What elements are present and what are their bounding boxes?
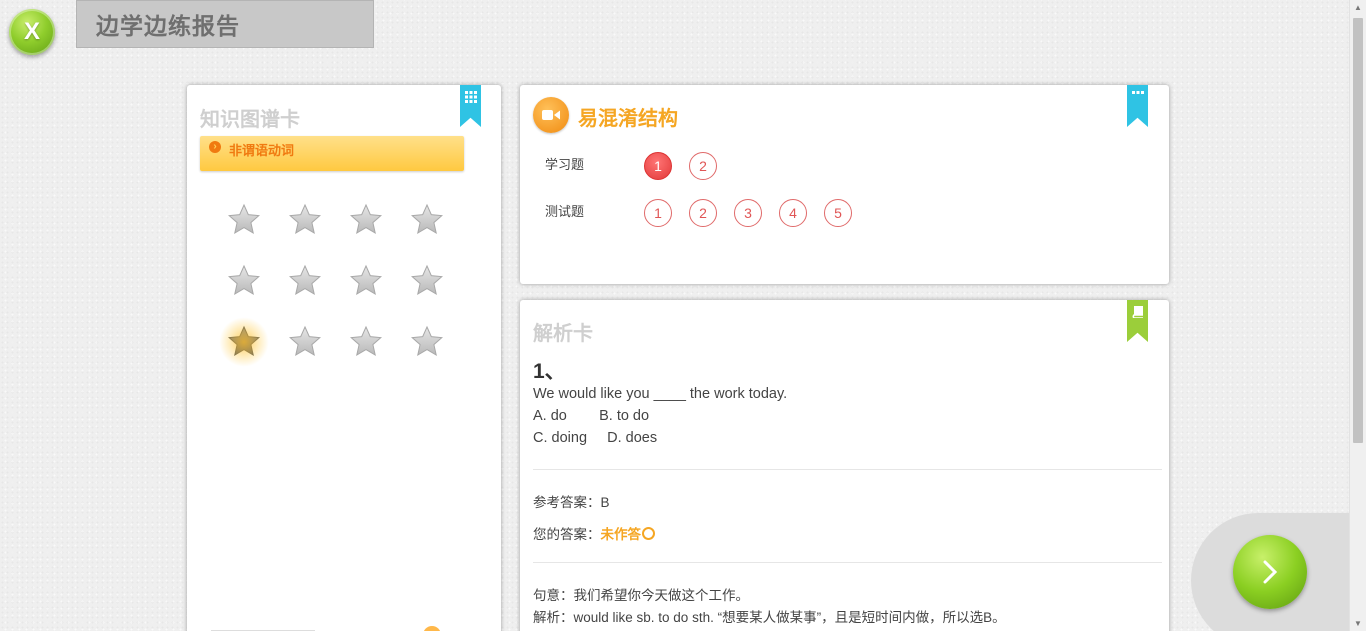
test-label: 测试题 [545, 204, 585, 219]
test-question-button[interactable]: 1 [644, 199, 672, 227]
knowledge-card-title: 知识图谱卡 [200, 109, 300, 131]
scroll-down-icon[interactable]: ▼ [1354, 619, 1362, 628]
chevron-right-icon: › [209, 141, 221, 153]
star-icon[interactable] [349, 203, 383, 237]
explanation-text: 解析：would like sb. to do sth. “想要某人做某事”，且… [533, 610, 1006, 625]
more-icon [1127, 85, 1148, 127]
reference-answer-label: 参考答案： [533, 495, 601, 510]
star-icon[interactable] [227, 203, 261, 237]
star-icon[interactable] [227, 264, 261, 298]
topic-label: 非谓语动词 [229, 143, 295, 158]
test-question-button[interactable]: 3 [734, 199, 762, 227]
structure-card-title: 易混淆结构 [578, 108, 678, 130]
logo-letter: X [23, 18, 40, 45]
book-icon [1127, 300, 1148, 342]
page-title: 边学边练报告 [76, 0, 374, 48]
knowledge-card: 知识图谱卡 › 非谓语动词 [187, 85, 501, 631]
circle-icon [642, 527, 655, 540]
app-logo[interactable]: X [9, 9, 55, 55]
study-question-button[interactable]: 1 [644, 152, 672, 180]
star-icon[interactable] [288, 325, 322, 359]
test-question-button[interactable]: 2 [689, 199, 717, 227]
options-line-2: C. doing D. does [533, 430, 658, 446]
question-number: 1、 [533, 360, 566, 383]
divider [533, 469, 1162, 470]
video-camera-icon [533, 97, 569, 133]
scrollbar[interactable]: ▲ ▼ [1349, 0, 1366, 631]
star-icon[interactable] [288, 203, 322, 237]
scroll-up-icon[interactable]: ▲ [1354, 3, 1362, 12]
your-answer: 您的答案：未作答 [533, 523, 655, 543]
meaning-text: 句意：我们希望你今天做这个工作。 [533, 588, 749, 603]
options-line-1: A. do B. to do [533, 408, 650, 424]
question-text: We would like you ____ the work today. [533, 386, 788, 402]
reference-answer-value: B [600, 495, 610, 510]
chevron-right-icon [1263, 560, 1278, 584]
analysis-card-title: 解析卡 [533, 323, 593, 345]
status-dot [423, 626, 441, 631]
structure-card: 易混淆结构 学习题 测试题 12 12345 [520, 85, 1169, 284]
your-answer-value: 未作答 [600, 527, 642, 542]
star-icon[interactable] [410, 264, 444, 298]
star-icon[interactable] [219, 317, 269, 367]
star-icon[interactable] [410, 203, 444, 237]
star-icon[interactable] [410, 325, 444, 359]
reference-answer: 参考答案：B [533, 491, 610, 511]
test-question-button[interactable]: 4 [779, 199, 807, 227]
analysis-card: 解析卡 1、 We would like you ____ the work t… [520, 300, 1169, 631]
your-answer-label: 您的答案： [533, 527, 601, 542]
divider [533, 562, 1162, 563]
test-question-button[interactable]: 5 [824, 199, 852, 227]
study-label: 学习题 [545, 157, 585, 172]
scroll-thumb[interactable] [1353, 18, 1363, 443]
study-question-button[interactable]: 2 [689, 152, 717, 180]
next-button[interactable] [1233, 535, 1307, 609]
grid-icon [460, 85, 481, 127]
topic-item[interactable]: › 非谓语动词 [200, 136, 464, 171]
star-icon[interactable] [288, 264, 322, 298]
next-button-container [1191, 513, 1349, 631]
star-icon[interactable] [349, 325, 383, 359]
star-icon[interactable] [349, 264, 383, 298]
